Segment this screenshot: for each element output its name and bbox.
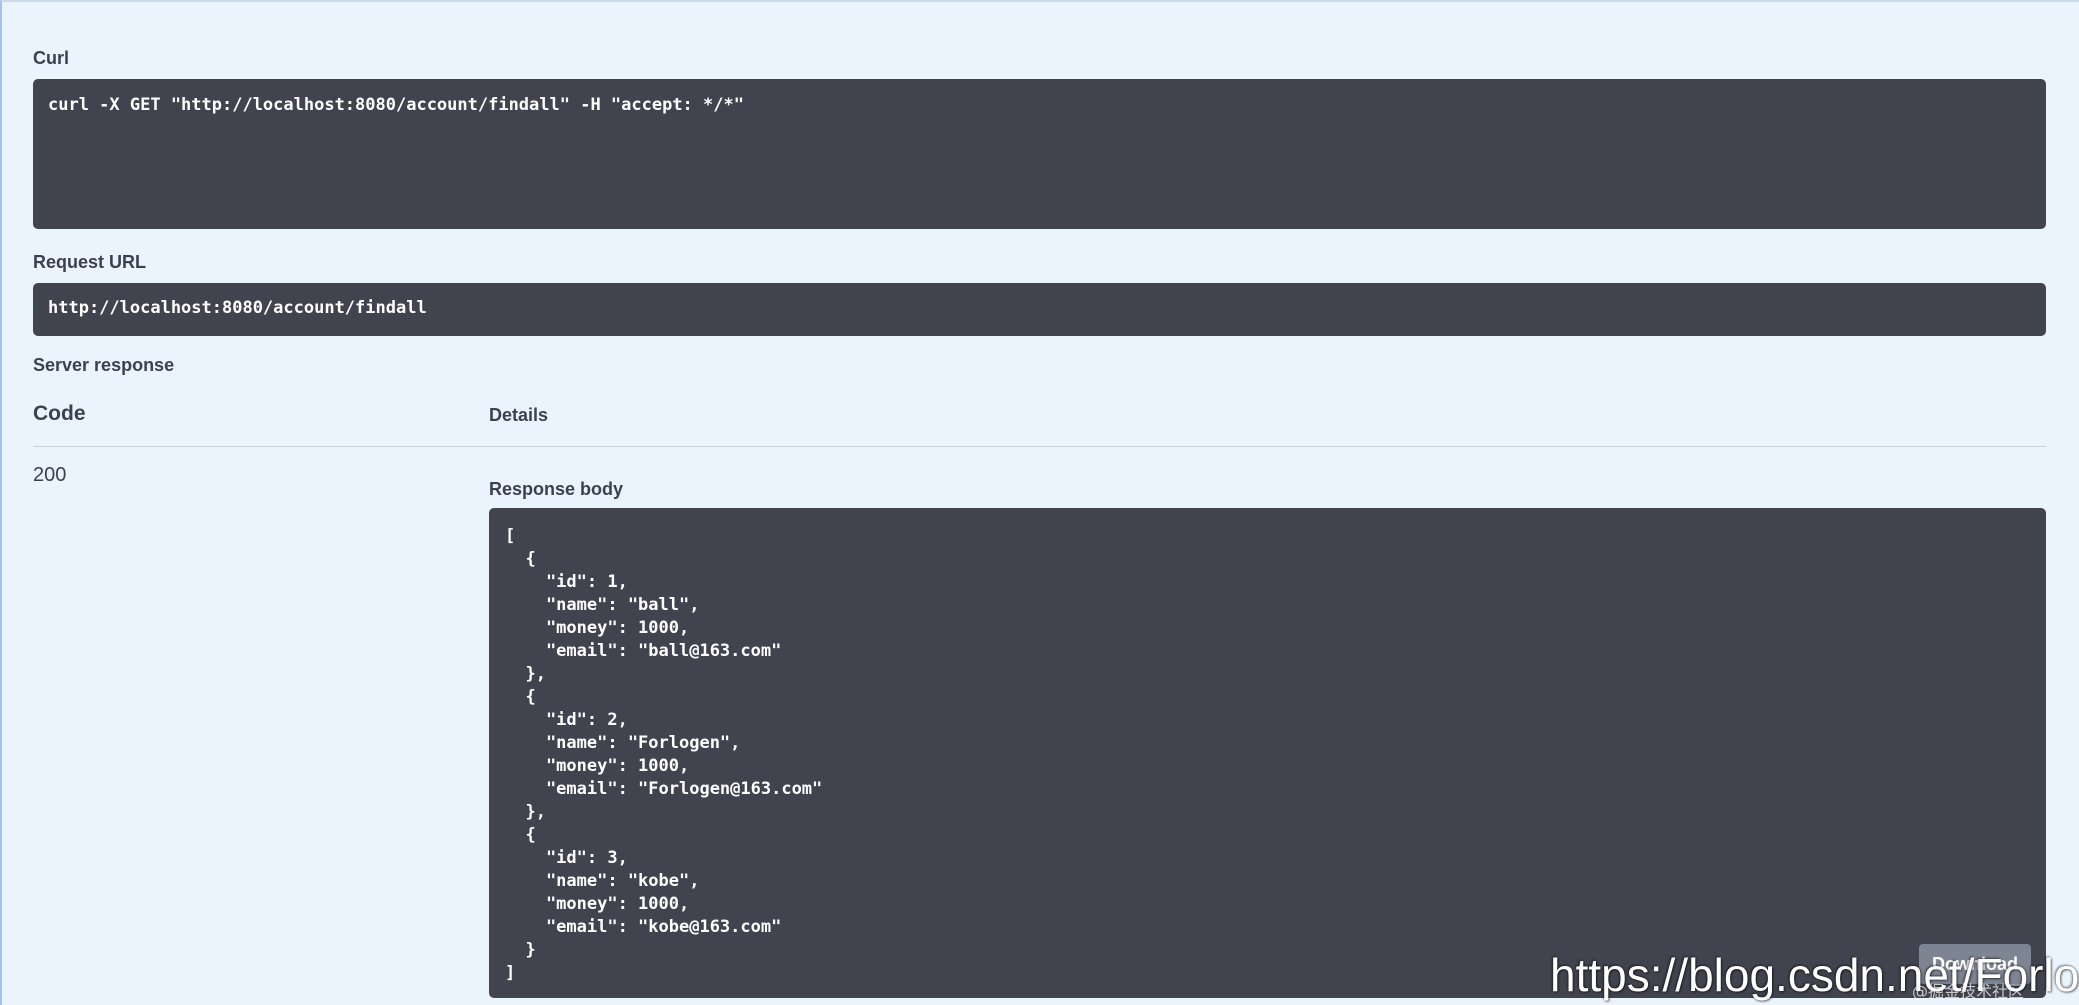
response-body-line: [	[505, 526, 516, 546]
response-body-line: "id": 1,	[505, 572, 628, 592]
response-body-line: {	[505, 549, 536, 569]
response-body-line: {	[505, 825, 536, 845]
response-body-line: "name": "ball",	[505, 595, 700, 615]
response-body-line: "name": "Forlogen",	[505, 733, 741, 753]
response-body-line: {	[505, 687, 536, 707]
response-body-line: "id": 2,	[505, 710, 628, 730]
curl-label: Curl	[33, 48, 69, 68]
request-url-label: Request URL	[33, 252, 147, 272]
response-body-line: "name": "kobe",	[505, 871, 700, 891]
code-column-header: Code	[33, 402, 86, 425]
details-column-header: Details	[489, 405, 549, 425]
response-body-line: "email": "kobe@163.com"	[505, 917, 782, 937]
response-table-header: Code Details	[33, 400, 2046, 447]
response-body-line: "id": 3,	[505, 848, 628, 868]
response-body-line: "email": "ball@163.com"	[505, 641, 782, 661]
response-body-line: "money": 1000,	[505, 618, 690, 638]
request-url-block[interactable]: http://localhost:8080/account/findall	[33, 283, 2046, 336]
response-body-block[interactable]: [ { "id": 1, "name": "ball", "money": 10…	[489, 508, 2046, 998]
status-code: 200	[33, 464, 67, 486]
response-body-line: "money": 1000,	[505, 894, 690, 914]
response-body-line: },	[505, 664, 546, 684]
response-body-content: [ { "id": 1, "name": "ball", "money": 10…	[505, 525, 2030, 985]
watermark-sub: @掘金技术社区	[1912, 982, 2025, 1001]
response-body-label: Response body	[489, 479, 624, 499]
response-body-line: "email": "Forlogen@163.com"	[505, 779, 823, 799]
server-response-label: Server response	[33, 355, 175, 375]
curl-command-block[interactable]: curl -X GET "http://localhost:8080/accou…	[33, 79, 2046, 229]
response-body-line: },	[505, 802, 546, 822]
response-body-line: "money": 1000,	[505, 756, 690, 776]
swagger-response-panel: Curl curl -X GET "http://localhost:8080/…	[0, 0, 2079, 1005]
